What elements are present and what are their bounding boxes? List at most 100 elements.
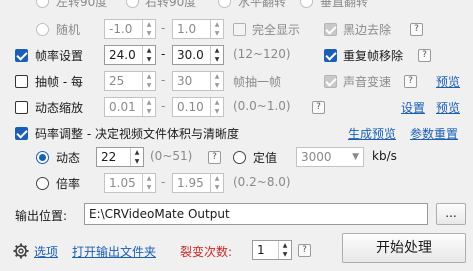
full-display-label: 完全显示 <box>252 23 301 37</box>
frame-rate-min-spinner[interactable]: 24.0 ▲ ▼ <box>104 45 156 65</box>
spin-up-icon[interactable]: ▲ <box>131 148 143 157</box>
range-separator: - <box>161 73 166 87</box>
bitrate-unit: kb/s <box>372 149 397 163</box>
bitrate-dynamic-radio[interactable] <box>36 151 49 164</box>
output-label: 输出位置: <box>15 209 68 223</box>
browse-button[interactable]: ... <box>436 203 466 225</box>
spin-down-icon[interactable]: ▼ <box>143 183 155 192</box>
gear-icon[interactable] <box>13 243 29 259</box>
random-max-spinner[interactable]: 1.0 ▲ ▼ <box>172 19 224 39</box>
hflip-radio[interactable] <box>218 0 231 8</box>
spin-down-icon[interactable]: ▼ <box>143 107 155 116</box>
spin-up-icon[interactable]: ▲ <box>143 98 155 107</box>
random-min-spinner[interactable]: -1.0 ▲ ▼ <box>104 19 156 39</box>
spin-down-icon[interactable]: ▼ <box>211 183 223 192</box>
ratio-min-value: 1.05 <box>109 176 136 190</box>
zoom-preview-link[interactable]: 预览 <box>436 99 460 116</box>
zoom-settings-link[interactable]: 设置 <box>401 99 425 116</box>
spin-down-icon[interactable]: ▼ <box>211 29 223 38</box>
spin-up-icon[interactable]: ▲ <box>279 241 291 250</box>
dynamic-zoom-label: 动态缩放 <box>35 101 84 115</box>
split-count-label: 裂变次数: <box>180 245 233 259</box>
question-icon[interactable]: ? <box>410 23 423 36</box>
ratio-range: (0.2~8.0) <box>233 175 291 189</box>
question-icon[interactable]: ? <box>298 244 311 257</box>
spin-down-icon[interactable]: ▼ <box>211 107 223 116</box>
spin-down-icon[interactable]: ▼ <box>211 55 223 64</box>
range-separator: - <box>161 175 166 189</box>
spin-up-icon[interactable]: ▲ <box>143 174 155 183</box>
spin-down-icon[interactable]: ▼ <box>279 250 291 259</box>
extract-min-spinner[interactable]: 25 ▲ ▼ <box>104 71 156 91</box>
spin-up-icon[interactable]: ▲ <box>211 20 223 29</box>
spin-up-icon[interactable]: ▲ <box>211 98 223 107</box>
zoom-max-spinner[interactable]: 0.10 ▲ ▼ <box>172 97 224 117</box>
fixed-bitrate-select[interactable]: 3000 ▼ <box>296 147 364 167</box>
random-max-value: 1.0 <box>177 22 197 36</box>
extract-checkbox[interactable] <box>15 75 28 88</box>
vflip-radio[interactable] <box>300 0 313 8</box>
frame-rate-max-value: 30.0 <box>177 48 204 62</box>
full-display-checkbox[interactable] <box>233 23 246 36</box>
frame-rate-range: (12~120) <box>233 47 291 61</box>
question-icon[interactable]: ? <box>312 101 325 114</box>
spin-up-icon[interactable]: ▲ <box>211 72 223 81</box>
zoom-range: (0.0~1.0) <box>233 99 291 113</box>
options-link[interactable]: 选项 <box>34 243 58 260</box>
question-icon[interactable]: ? <box>418 49 431 62</box>
extract-max-spinner[interactable]: 30 ▲ ▼ <box>172 71 224 91</box>
spin-up-icon[interactable]: ▲ <box>143 20 155 29</box>
bitrate-ratio-radio[interactable] <box>36 177 49 190</box>
split-count-value: 1 <box>257 243 265 257</box>
spin-down-icon[interactable]: ▼ <box>143 81 155 90</box>
open-output-folder-link[interactable]: 打开输出文件夹 <box>72 243 156 260</box>
hflip-label: 水平翻转 <box>238 0 287 9</box>
ratio-min-spinner[interactable]: 1.05 ▲ ▼ <box>104 173 156 193</box>
dynamic-zoom-checkbox[interactable] <box>15 101 28 114</box>
spin-down-icon[interactable]: ▼ <box>143 55 155 64</box>
question-icon[interactable]: ? <box>208 151 221 164</box>
dynamic-crf-spinner[interactable]: 22 ▲ ▼ <box>96 147 144 167</box>
random-min-value: -1.0 <box>109 22 133 36</box>
audio-shift-label: 声音变速 <box>343 75 392 89</box>
bitrate-dynamic-label: 动态 <box>56 151 81 165</box>
bitrate-fixed-radio[interactable] <box>233 151 246 164</box>
frame-rate-checkbox[interactable] <box>15 49 28 62</box>
rotate-left-radio[interactable] <box>36 0 49 8</box>
spin-up-icon[interactable]: ▲ <box>211 46 223 55</box>
generate-preview-link[interactable]: 生成预览 <box>348 125 396 142</box>
param-reset-link[interactable]: 参数重置 <box>410 125 458 142</box>
dynamic-crf-value: 22 <box>101 150 117 164</box>
split-count-spinner[interactable]: 1 ▲ ▼ <box>252 240 292 260</box>
extract-suffix: 帧抽一帧 <box>233 75 282 89</box>
output-path-field[interactable]: E:\CRVideoMate Output <box>84 203 428 225</box>
spin-up-icon[interactable]: ▲ <box>211 174 223 183</box>
question-icon[interactable]: ? <box>404 75 417 88</box>
extract-label: 抽帧 - 每 <box>35 75 83 89</box>
spin-down-icon[interactable]: ▼ <box>211 81 223 90</box>
remove-black-label: 黑边去除 <box>343 23 392 37</box>
extract-preview-link[interactable]: 预览 <box>436 73 460 90</box>
spin-up-icon[interactable]: ▲ <box>143 46 155 55</box>
zoom-min-spinner[interactable]: 0.01 ▲ ▼ <box>104 97 156 117</box>
frame-rate-min-value: 24.0 <box>109 48 136 62</box>
ratio-max-spinner[interactable]: 1.95 ▲ ▼ <box>172 173 224 193</box>
bitrate-checkbox[interactable] <box>15 127 28 140</box>
rotate-right-radio[interactable] <box>126 0 139 8</box>
spin-up-icon[interactable]: ▲ <box>143 72 155 81</box>
chevron-down-icon: ▼ <box>352 152 359 162</box>
random-label: 随机 <box>56 23 81 37</box>
bitrate-ratio-label: 倍率 <box>56 177 81 191</box>
start-processing-button[interactable]: 开始处理 <box>342 233 466 263</box>
rotate-left-label: 左转90度 <box>56 0 108 9</box>
zoom-min-value: 0.01 <box>109 100 136 114</box>
frame-rate-max-spinner[interactable]: 30.0 ▲ ▼ <box>172 45 224 65</box>
bitrate-label: 码率调整 - 决定视频文件体积与清晰度 <box>35 127 239 141</box>
remove-black-checkbox[interactable] <box>324 23 337 36</box>
audio-shift-checkbox[interactable] <box>324 75 337 88</box>
dup-remove-checkbox[interactable] <box>324 49 337 62</box>
spin-down-icon[interactable]: ▼ <box>131 157 143 166</box>
range-separator: - <box>161 21 166 35</box>
random-radio[interactable] <box>36 23 49 36</box>
spin-down-icon[interactable]: ▼ <box>143 29 155 38</box>
